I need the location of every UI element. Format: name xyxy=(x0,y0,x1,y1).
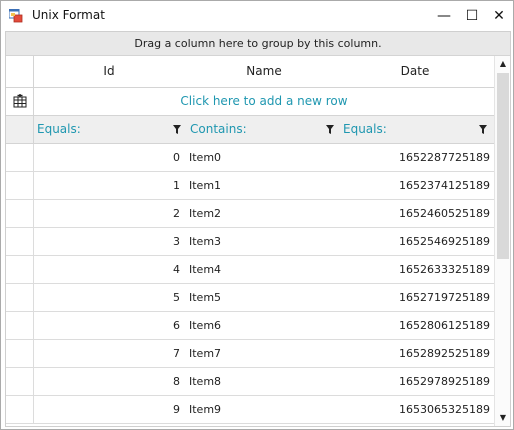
scroll-up-button[interactable]: ▲ xyxy=(495,56,510,72)
row-header[interactable] xyxy=(6,144,34,171)
column-header-id[interactable]: Id xyxy=(34,56,184,87)
filter-cell-name[interactable]: Contains: xyxy=(187,116,339,143)
table-row[interactable]: 2 Item2 1652460525189 xyxy=(6,200,494,228)
column-header-name[interactable]: Name xyxy=(189,56,339,87)
row-header[interactable] xyxy=(6,368,34,395)
filter-funnel-icon[interactable] xyxy=(479,125,487,134)
minimize-icon: — xyxy=(437,8,451,24)
filter-funnel-icon[interactable] xyxy=(173,125,181,134)
cell-name[interactable]: Item9 xyxy=(189,396,339,423)
cell-date[interactable]: 1652546925189 xyxy=(339,228,490,255)
table-row[interactable]: 5 Item5 1652719725189 xyxy=(6,284,494,312)
table-row[interactable]: 4 Item4 1652633325189 xyxy=(6,256,494,284)
row-header[interactable] xyxy=(6,172,34,199)
cell-name[interactable]: Item5 xyxy=(189,284,339,311)
table-add-row-icon xyxy=(13,94,27,108)
cell-name[interactable]: Item3 xyxy=(189,228,339,255)
cell-date[interactable]: 1652978925189 xyxy=(339,368,490,395)
cell-id[interactable]: 7 xyxy=(34,340,184,367)
filter-cell-id[interactable]: Equals: xyxy=(34,116,184,143)
cell-date[interactable]: 1653065325189 xyxy=(339,396,490,423)
maximize-icon: ☐ xyxy=(465,8,479,24)
filter-operator-name[interactable]: Contains: xyxy=(190,116,247,143)
cell-date[interactable]: 1652287725189 xyxy=(339,144,490,171)
cell-id[interactable]: 6 xyxy=(34,312,184,339)
cell-id[interactable]: 0 xyxy=(34,144,184,171)
chevron-up-icon: ▲ xyxy=(499,59,507,68)
cell-id[interactable]: 3 xyxy=(34,228,184,255)
row-header[interactable] xyxy=(6,396,34,423)
data-rows: 0 Item0 1652287725189 1 Item1 1652374125… xyxy=(6,144,494,426)
row-header[interactable] xyxy=(6,256,34,283)
filter-row-header xyxy=(6,116,34,143)
row-header[interactable] xyxy=(6,312,34,339)
cell-name[interactable]: Item6 xyxy=(189,312,339,339)
title-bar[interactable]: Unix Format — ☐ ✕ xyxy=(1,1,513,31)
row-header[interactable] xyxy=(6,284,34,311)
cell-name[interactable]: Item8 xyxy=(189,368,339,395)
new-row[interactable]: Click here to add a new row xyxy=(6,88,494,116)
cell-date[interactable]: 1652633325189 xyxy=(339,256,490,283)
cell-id[interactable]: 4 xyxy=(34,256,184,283)
scroll-down-button[interactable]: ▼ xyxy=(495,410,510,426)
cell-id[interactable]: 2 xyxy=(34,200,184,227)
window: Unix Format — ☐ ✕ Drag a column here to … xyxy=(0,0,514,430)
add-new-row-link[interactable]: Click here to add a new row xyxy=(34,88,494,115)
table-row[interactable]: 0 Item0 1652287725189 xyxy=(6,144,494,172)
cell-date[interactable]: 1652460525189 xyxy=(339,200,490,227)
cell-id[interactable]: 5 xyxy=(34,284,184,311)
table-row[interactable]: 1 Item1 1652374125189 xyxy=(6,172,494,200)
filter-operator-date[interactable]: Equals: xyxy=(343,116,387,143)
cell-date[interactable]: 1652719725189 xyxy=(339,284,490,311)
close-icon: ✕ xyxy=(493,8,505,24)
cell-name[interactable]: Item2 xyxy=(189,200,339,227)
column-header-date[interactable]: Date xyxy=(340,56,490,87)
row-header[interactable] xyxy=(6,340,34,367)
window-title: Unix Format xyxy=(32,8,105,22)
cell-id[interactable]: 8 xyxy=(34,368,184,395)
cell-id[interactable]: 1 xyxy=(34,172,184,199)
table-row[interactable]: 8 Item8 1652978925189 xyxy=(6,368,494,396)
vertical-scrollbar[interactable]: ▲ ▼ xyxy=(494,56,510,426)
cell-name[interactable]: Item1 xyxy=(189,172,339,199)
new-row-header xyxy=(6,88,34,115)
scrollbar-thumb[interactable] xyxy=(497,73,509,259)
cell-name[interactable]: Item0 xyxy=(189,144,339,171)
filter-cell-date[interactable]: Equals: xyxy=(340,116,490,143)
chevron-down-icon: ▼ xyxy=(499,413,507,422)
cell-date[interactable]: 1652806125189 xyxy=(339,312,490,339)
maximize-button[interactable]: ☐ xyxy=(458,5,486,27)
row-header[interactable] xyxy=(6,200,34,227)
cell-date[interactable]: 1652892525189 xyxy=(339,340,490,367)
table-row[interactable]: 6 Item6 1652806125189 xyxy=(6,312,494,340)
group-by-panel[interactable]: Drag a column here to group by this colu… xyxy=(6,32,510,56)
table-row[interactable]: 9 Item9 1653065325189 xyxy=(6,396,494,424)
row-header-corner xyxy=(6,56,34,87)
row-header[interactable] xyxy=(6,228,34,255)
cell-date[interactable]: 1652374125189 xyxy=(339,172,490,199)
cell-name[interactable]: Item7 xyxy=(189,340,339,367)
cell-name[interactable]: Item4 xyxy=(189,256,339,283)
table-row[interactable]: 7 Item7 1652892525189 xyxy=(6,340,494,368)
filter-row: Equals: Contains: Equals: xyxy=(6,116,494,144)
minimize-button[interactable]: — xyxy=(430,5,458,27)
table-row[interactable]: 3 Item3 1652546925189 xyxy=(6,228,494,256)
close-button[interactable]: ✕ xyxy=(485,5,513,27)
filter-operator-id[interactable]: Equals: xyxy=(37,116,81,143)
app-window-icon xyxy=(9,9,23,23)
filter-funnel-icon[interactable] xyxy=(326,125,334,134)
data-grid[interactable]: Drag a column here to group by this colu… xyxy=(5,31,511,427)
column-header-row: Id Name Date xyxy=(6,56,494,88)
cell-id[interactable]: 9 xyxy=(34,396,184,423)
